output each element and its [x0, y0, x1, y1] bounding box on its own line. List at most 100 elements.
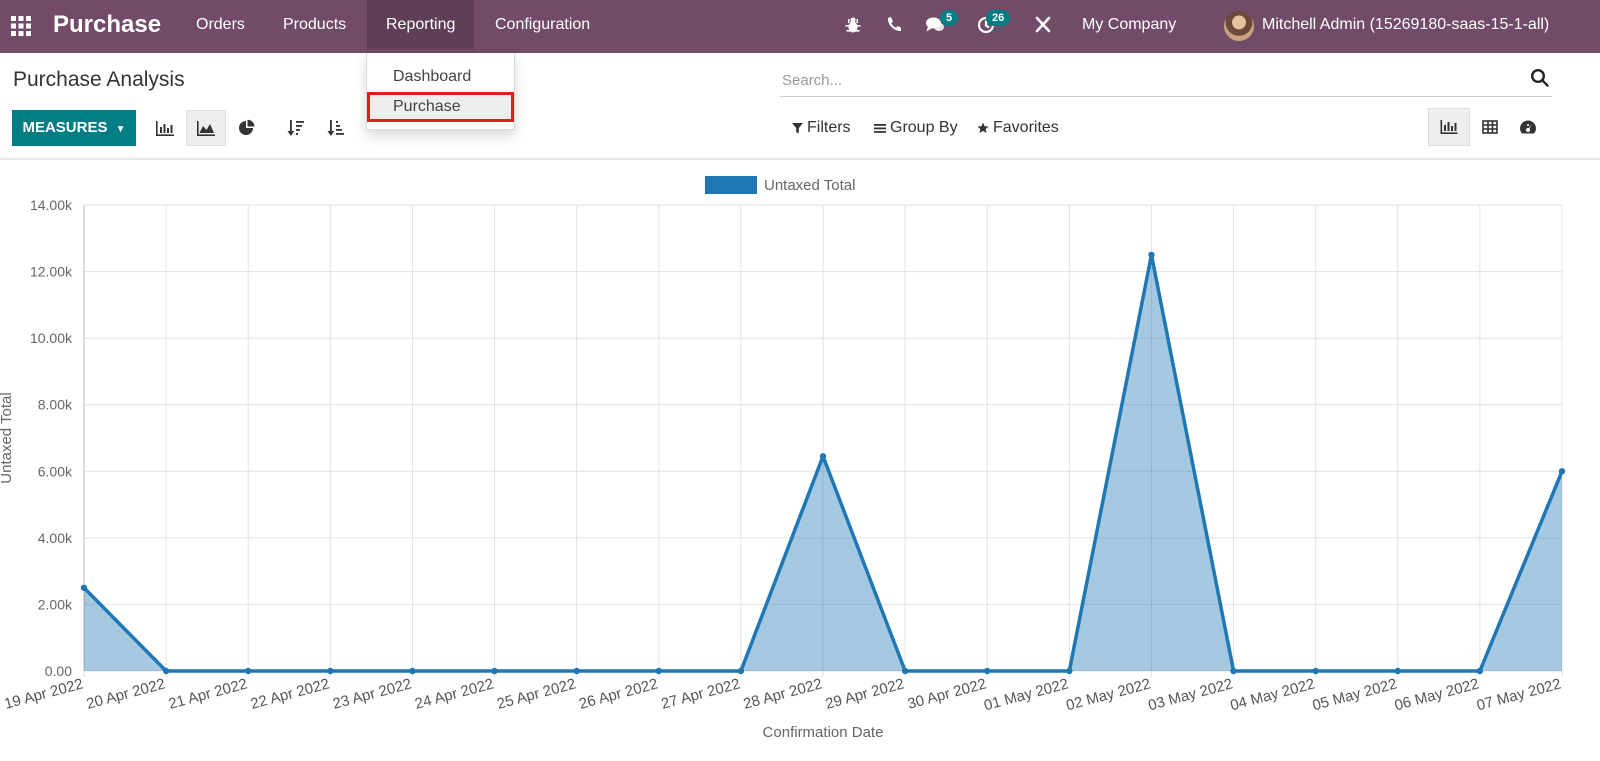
y-tick-label: 4.00k	[38, 530, 73, 546]
data-point	[1230, 667, 1237, 675]
phone-icon[interactable]	[879, 0, 907, 49]
activities-count-badge: 26	[986, 10, 1011, 26]
pivot-view-button[interactable]	[1469, 108, 1511, 146]
data-point	[1066, 667, 1073, 675]
x-tick-label: 07 May 2022	[1475, 675, 1563, 714]
data-point	[1148, 251, 1155, 259]
y-tick-label: 0.00	[45, 663, 72, 679]
data-point	[327, 667, 334, 675]
menu-item-purchase[interactable]: Purchase	[367, 92, 514, 122]
x-tick-label: 24 Apr 2022	[413, 675, 496, 712]
page-title: Purchase Analysis	[13, 68, 185, 91]
group-by-label: Group By	[890, 119, 958, 136]
graph-view-button[interactable]	[1428, 108, 1470, 146]
data-point	[162, 667, 170, 675]
filters-toggle[interactable]: Filters	[792, 116, 851, 140]
x-tick-label: 25 Apr 2022	[495, 675, 578, 712]
sort-descending-button[interactable]	[276, 110, 316, 146]
pie-chart-mode-button[interactable]	[227, 110, 267, 146]
messages-count-badge: 5	[940, 10, 959, 26]
top-navbar: Purchase Orders Products Reporting Confi…	[0, 0, 1600, 53]
measures-label: MEASURES	[22, 119, 108, 136]
dashboard-view-button[interactable]	[1507, 108, 1549, 146]
data-point	[1558, 468, 1566, 475]
table-grid-icon	[1482, 120, 1498, 134]
data-point	[984, 667, 991, 675]
x-tick-label: 20 Apr 2022	[85, 675, 168, 712]
nav-products[interactable]: Products	[264, 0, 365, 49]
data-point	[245, 667, 252, 675]
dashboard-gauge-icon	[1520, 120, 1536, 134]
data-point	[1394, 667, 1401, 675]
filters-label: Filters	[807, 119, 851, 136]
nav-orders[interactable]: Orders	[177, 0, 264, 49]
area-chart-icon	[197, 121, 215, 136]
data-point	[901, 667, 909, 675]
y-tick-label: 12.00k	[30, 264, 73, 280]
legend-label-untaxed-total: Untaxed Total	[764, 177, 855, 194]
user-menu[interactable]: Mitchell Admin (15269180-saas-15-1-all)	[1262, 0, 1549, 49]
x-tick-label: 23 Apr 2022	[331, 675, 414, 712]
list-bars-icon	[874, 124, 886, 133]
x-tick-label: 04 May 2022	[1229, 675, 1317, 714]
apps-menu-icon[interactable]	[9, 0, 37, 49]
filter-icon	[792, 123, 803, 134]
search-input[interactable]	[782, 66, 1522, 94]
legend-swatch-untaxed-total	[705, 176, 757, 194]
x-tick-label: 03 May 2022	[1146, 675, 1234, 714]
caret-down-icon: ▼	[115, 124, 126, 135]
data-point	[1476, 667, 1484, 675]
x-tick-label: 26 Apr 2022	[577, 675, 660, 712]
x-tick-label: 06 May 2022	[1393, 675, 1481, 714]
x-tick-label: 22 Apr 2022	[249, 675, 332, 712]
data-point	[1312, 667, 1319, 675]
favorites-label: Favorites	[993, 119, 1059, 136]
star-icon	[977, 122, 989, 133]
company-switcher[interactable]: My Company	[1082, 0, 1176, 49]
reporting-dropdown-menu: Dashboard Purchase	[366, 53, 515, 130]
y-axis-title: Untaxed Total	[0, 392, 15, 483]
line-chart-mode-button[interactable]	[186, 110, 226, 146]
x-tick-label: 21 Apr 2022	[167, 675, 250, 712]
y-tick-label: 8.00k	[38, 397, 73, 413]
sort-ascending-icon	[327, 120, 344, 136]
x-tick-label: 19 Apr 2022	[2, 675, 85, 712]
search-icon[interactable]	[1530, 68, 1550, 88]
menu-item-dashboard[interactable]: Dashboard	[367, 62, 514, 92]
y-tick-label: 10.00k	[30, 330, 73, 346]
y-tick-label: 14.00k	[30, 197, 73, 213]
x-tick-label: 28 Apr 2022	[741, 675, 824, 712]
x-tick-label: 29 Apr 2022	[824, 675, 907, 712]
bar-chart-icon	[156, 121, 174, 136]
pie-chart-icon	[239, 119, 255, 135]
measures-button[interactable]: MEASURES ▼	[12, 110, 136, 146]
data-point	[655, 667, 662, 675]
x-tick-label: 01 May 2022	[982, 675, 1070, 714]
favorites-toggle[interactable]: Favorites	[977, 116, 1059, 140]
data-point	[409, 667, 416, 675]
tools-icon[interactable]	[1029, 0, 1057, 49]
y-tick-label: 6.00k	[38, 463, 73, 479]
graph-view-icon	[1440, 120, 1458, 134]
data-point	[80, 584, 88, 591]
sort-ascending-button[interactable]	[316, 110, 356, 146]
bar-chart-mode-button[interactable]	[145, 110, 185, 146]
data-point	[737, 667, 745, 675]
data-point	[819, 453, 827, 460]
search-bar	[780, 62, 1552, 97]
y-tick-label: 2.00k	[38, 596, 73, 612]
app-title[interactable]: Purchase	[53, 0, 161, 49]
x-tick-label: 30 Apr 2022	[906, 675, 989, 712]
x-tick-label: 27 Apr 2022	[659, 675, 742, 712]
x-axis-title: Confirmation Date	[763, 724, 884, 741]
x-tick-label: 05 May 2022	[1311, 675, 1399, 714]
data-point	[573, 667, 580, 675]
nav-configuration[interactable]: Configuration	[476, 0, 609, 49]
nav-reporting[interactable]: Reporting	[367, 0, 475, 49]
x-tick-label: 02 May 2022	[1064, 675, 1152, 714]
group-by-toggle[interactable]: Group By	[874, 116, 958, 140]
sort-descending-icon	[287, 120, 304, 136]
purchase-analysis-chart: 0.00 2.00k 4.00k 6.00k 8.00k 10.00k 12.00k 14.0…	[0, 176, 1566, 741]
debug-bug-icon[interactable]	[839, 0, 867, 49]
user-avatar[interactable]	[1224, 11, 1254, 41]
